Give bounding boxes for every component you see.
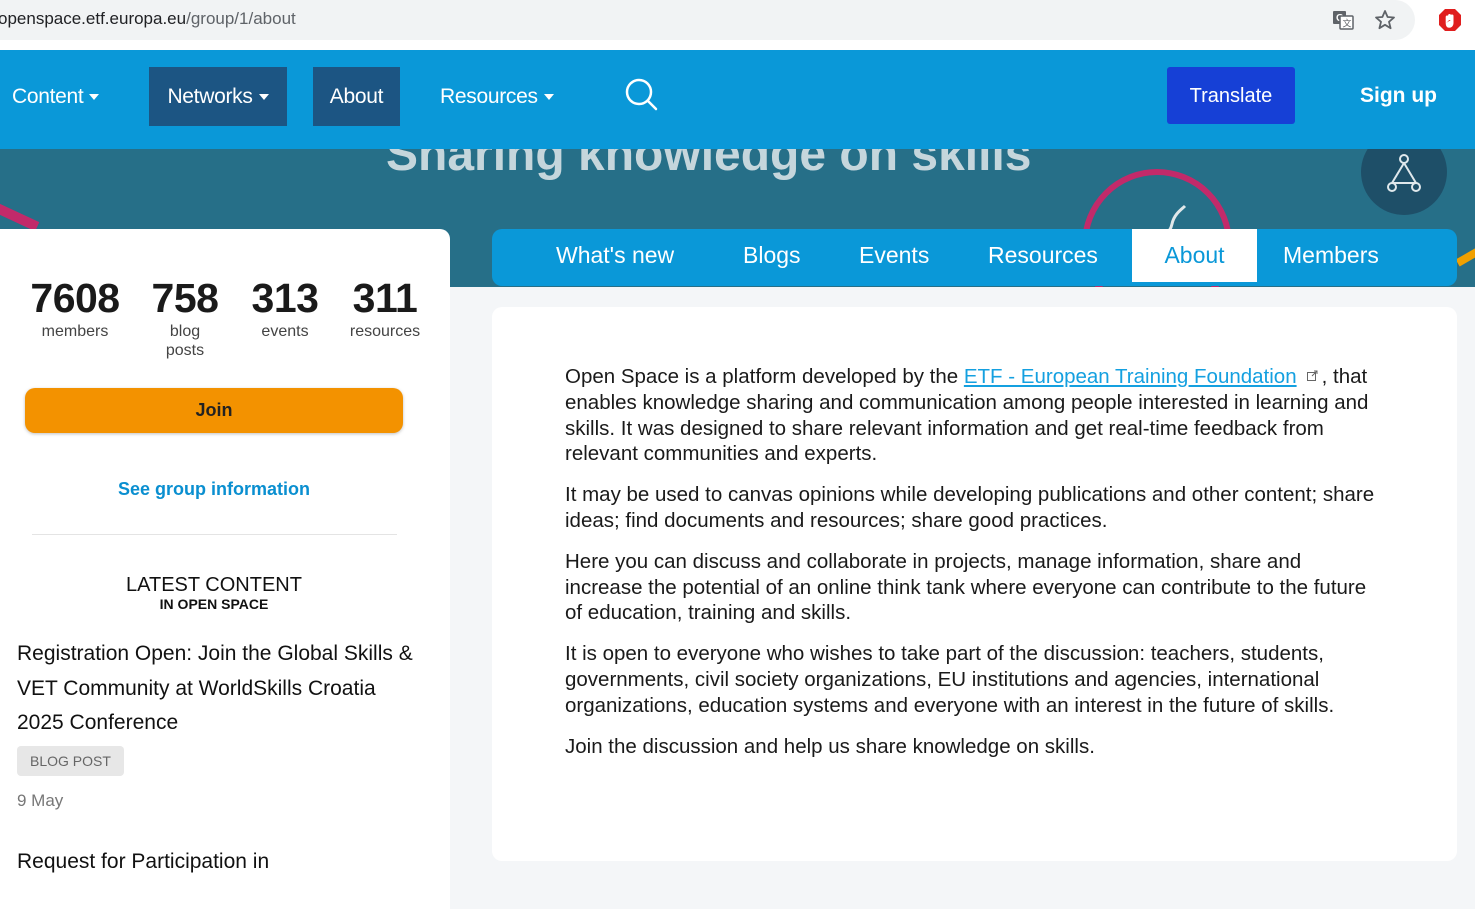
stat-value: 758 xyxy=(151,275,219,321)
stat-blog-posts[interactable]: 758 blog posts xyxy=(130,274,240,360)
latest-post-title[interactable]: Request for Participation in xyxy=(17,847,427,877)
tab-resources[interactable]: Resources xyxy=(988,229,1098,282)
stat-value: 313 xyxy=(251,275,319,321)
url-text[interactable]: openspace.etf.europa.eu/group/1/about xyxy=(0,9,296,29)
about-paragraph: Here you can discuss and collaborate in … xyxy=(565,549,1367,625)
address-bar[interactable]: openspace.etf.europa.eu/group/1/about xyxy=(0,0,1415,40)
sign-up-link[interactable]: Sign up xyxy=(1360,84,1437,108)
nav-resources-label: Resources xyxy=(440,85,538,108)
nav-content[interactable]: Content xyxy=(12,67,100,126)
external-link-icon xyxy=(1306,370,1318,381)
nav-about-label: About xyxy=(329,85,384,108)
latest-content-title: LATEST CONTENT xyxy=(126,574,302,596)
etf-link[interactable]: ETF - European Training Foundation xyxy=(964,365,1297,388)
extension-icon[interactable] xyxy=(1438,8,1462,32)
about-content-card: Open Space is a platform developed by th… xyxy=(492,307,1457,861)
url-path: /group/1/about xyxy=(186,9,296,28)
translate-icon[interactable]: G 文 xyxy=(1331,8,1355,32)
banner-decoration xyxy=(1455,239,1475,267)
search-icon[interactable] xyxy=(624,77,658,111)
stat-members[interactable]: 7608 members xyxy=(20,274,130,341)
stat-label: events xyxy=(261,323,309,340)
star-icon[interactable] xyxy=(1373,8,1397,32)
group-sidebar: 7608 members 758 blog posts 313 events 3… xyxy=(0,229,450,909)
caret-down-icon xyxy=(543,94,554,101)
tab-about[interactable]: About xyxy=(1132,229,1257,282)
latest-content-subtitle: IN OPEN SPACE xyxy=(159,596,269,612)
text: Open Space is a platform developed by th… xyxy=(565,365,964,388)
caret-down-icon xyxy=(258,94,269,101)
nav-content-label: Content xyxy=(12,85,84,108)
stat-value: 311 xyxy=(352,275,418,321)
about-paragraph: It is open to everyone who wishes to tak… xyxy=(565,642,1335,717)
see-group-information-link[interactable]: See group information xyxy=(0,479,428,500)
stat-value: 7608 xyxy=(30,275,120,321)
banner-decoration xyxy=(0,196,40,232)
group-tabs: What's new Blogs Events Resources About … xyxy=(492,229,1457,286)
nav-resources[interactable]: Resources xyxy=(440,67,554,126)
svg-text:文: 文 xyxy=(1343,18,1352,30)
stat-label: members xyxy=(41,323,109,340)
translate-button[interactable]: Translate xyxy=(1167,67,1295,124)
browser-toolbar: openspace.etf.europa.eu/group/1/about G … xyxy=(0,0,1475,50)
join-button[interactable]: Join xyxy=(25,388,403,433)
stat-label: blog posts xyxy=(165,323,205,359)
tab-events[interactable]: Events xyxy=(859,229,929,282)
about-paragraph: Join the discussion and help us share kn… xyxy=(565,734,1095,758)
nav-networks-label: Networks xyxy=(167,85,253,108)
nav-networks[interactable]: Networks xyxy=(149,67,287,126)
stat-events[interactable]: 313 events xyxy=(230,274,340,341)
about-text: Open Space is a platform developed by th… xyxy=(565,364,1375,774)
banner-title: Sharing knowledge on skills xyxy=(386,149,1032,181)
main-navbar: Content Networks About Resources Transla… xyxy=(0,50,1475,149)
nav-about[interactable]: About xyxy=(313,67,400,126)
post-type-badge: BLOG POST xyxy=(17,746,124,776)
stat-resources[interactable]: 311 resources xyxy=(330,274,440,341)
caret-down-icon xyxy=(89,94,100,101)
stat-label: resources xyxy=(349,323,421,340)
tab-blogs[interactable]: Blogs xyxy=(743,229,801,282)
tab-members[interactable]: Members xyxy=(1283,229,1379,282)
tab-whats-new[interactable]: What's new xyxy=(556,229,674,282)
about-paragraph: Open Space is a platform developed by th… xyxy=(565,364,1375,467)
network-icon xyxy=(1361,149,1447,215)
latest-post-title[interactable]: Registration Open: Join the Global Skill… xyxy=(17,637,427,741)
post-date: 9 May xyxy=(17,791,64,810)
url-domain: openspace.etf.europa.eu xyxy=(0,9,187,28)
divider xyxy=(32,534,397,535)
about-paragraph: It may be used to canvas opinions while … xyxy=(565,483,1375,532)
